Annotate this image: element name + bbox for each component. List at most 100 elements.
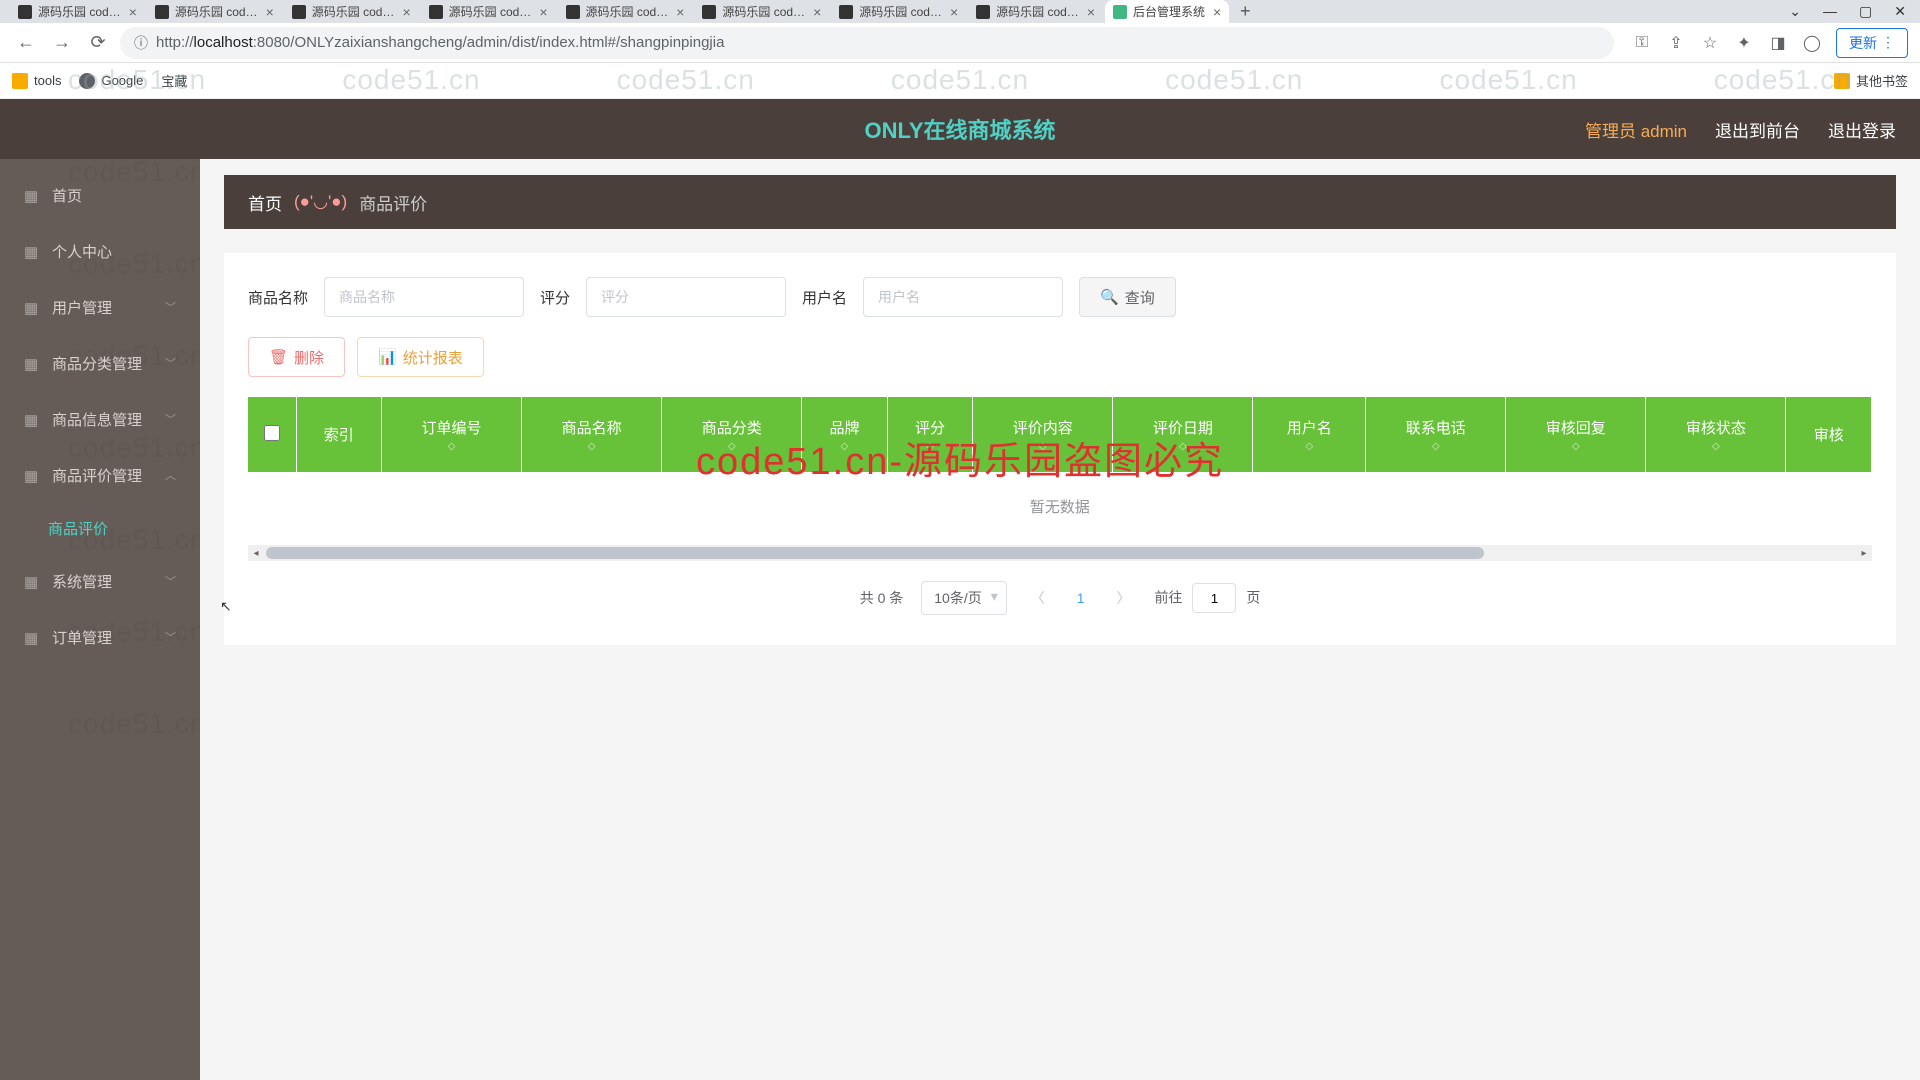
bookmark-label: Google [101,73,143,88]
site-info-icon[interactable]: ⓘ [134,33,148,53]
tab-close-icon[interactable]: × [1087,4,1095,20]
logout-link[interactable]: 退出登录 [1828,117,1896,142]
sort-icon[interactable]: ◇ [670,442,793,452]
tab-close-icon[interactable]: × [1213,4,1221,20]
minimize-icon[interactable]: — [1823,3,1837,20]
reload-button[interactable]: ⟳ [84,29,112,57]
sort-icon[interactable]: ◇ [390,442,513,452]
delete-button[interactable]: 🗑删除 [248,337,345,377]
grid-icon: ▦ [24,411,40,427]
back-button[interactable]: ← [12,29,40,57]
browser-tab[interactable]: 源码乐园 cod…× [968,0,1103,23]
next-page-button[interactable]: 〉 [1111,588,1137,608]
sort-icon[interactable]: ◇ [530,442,653,452]
scroll-right-icon[interactable]: ▸ [1856,545,1872,561]
sort-icon[interactable]: ◇ [1374,442,1497,452]
tab-close-icon[interactable]: × [539,4,547,20]
breadcrumb-home[interactable]: 首页 [248,190,282,215]
jump-prefix: 前往 [1155,590,1183,606]
col-index[interactable]: 索引 [296,397,382,472]
chart-icon: 📊 [378,348,397,366]
tab-close-icon[interactable]: × [813,4,821,20]
grid-icon: ▦ [24,467,40,483]
filter-product-input[interactable] [324,277,524,317]
new-tab-button[interactable]: + [1231,1,1259,22]
tab-close-icon[interactable]: × [266,4,274,20]
browser-tab[interactable]: 源码乐园 cod…× [147,0,282,23]
key-icon[interactable]: ⚿ [1632,33,1652,53]
close-window-icon[interactable]: ✕ [1894,3,1906,20]
sort-icon[interactable]: ◇ [1514,442,1637,452]
delete-label: 删除 [294,347,324,368]
sort-icon[interactable]: ◇ [1654,442,1777,452]
sidebar-item-home[interactable]: ▦首页 [0,167,200,223]
scrollbar-thumb[interactable] [266,547,1484,559]
browser-tab[interactable]: 源码乐园 cod…× [284,0,419,23]
sidepanel-icon[interactable]: ◨ [1768,33,1788,53]
prev-page-button[interactable]: 〈 [1025,588,1051,608]
current-user[interactable]: 管理员 admin [1585,117,1687,142]
sidebar-item-review-mgmt[interactable]: ▦商品评价管理︿ [0,447,200,503]
filter-rating-input[interactable] [586,277,786,317]
sidebar-item-users[interactable]: ▦用户管理﹀ [0,279,200,335]
sort-icon[interactable]: ◇ [810,442,879,452]
sidebar-item-profile[interactable]: ▦个人中心 [0,223,200,279]
browser-tab[interactable]: 源码乐园 cod…× [558,0,693,23]
home-icon: ▦ [24,187,40,203]
col-reply[interactable]: 审核回复◇ [1506,397,1646,472]
horizontal-scrollbar[interactable]: ◂ ▸ [248,545,1872,561]
chevron-down-icon[interactable]: ⌄ [1789,3,1801,20]
col-audit[interactable]: 审核 [1786,397,1872,472]
col-username[interactable]: 用户名◇ [1253,397,1366,472]
sidebar-item-category[interactable]: ▦商品分类管理﹀ [0,335,200,391]
bookmark-google[interactable]: Google [79,73,143,89]
tab-close-icon[interactable]: × [676,4,684,20]
tab-close-icon[interactable]: × [129,4,137,20]
search-button[interactable]: 🔍查询 [1079,277,1176,317]
col-product-name[interactable]: 商品名称◇ [522,397,662,472]
address-bar[interactable]: ⓘ http://localhost:8080/ONLYzaixianshang… [120,27,1614,59]
filter-user-input[interactable] [863,277,1063,317]
forward-button[interactable]: → [48,29,76,57]
other-bookmarks[interactable]: 其他书签 [1834,71,1908,90]
action-row: 🗑删除 📊统计报表 [248,337,1872,377]
browser-tab[interactable]: 源码乐园 cod…× [831,0,966,23]
bookmark-baozang[interactable]: 宝藏 [161,71,187,90]
select-all-checkbox[interactable] [264,425,280,441]
tab-close-icon[interactable]: × [950,4,958,20]
col-brand[interactable]: 品牌◇ [802,397,888,472]
col-category[interactable]: 商品分类◇ [662,397,802,472]
browser-tab[interactable]: 源码乐园 cod…× [694,0,829,23]
sidebar-item-orders[interactable]: ▦订单管理﹀ [0,609,200,665]
current-page[interactable]: 1 [1069,590,1093,606]
star-icon[interactable]: ☆ [1700,33,1720,53]
sidebar-item-product-info[interactable]: ▦商品信息管理﹀ [0,391,200,447]
browser-tab[interactable]: 源码乐园 cod…× [421,0,556,23]
browser-tab[interactable]: 源码乐园 cod…× [10,0,145,23]
sidebar-item-system[interactable]: ▦系统管理﹀ [0,553,200,609]
report-button[interactable]: 📊统计报表 [357,337,484,377]
col-rating[interactable]: 评分◇ [887,397,973,472]
bookmark-tools[interactable]: tools [12,73,61,89]
page-jump-input[interactable] [1192,583,1236,613]
sort-icon[interactable]: ◇ [896,442,965,452]
col-status[interactable]: 审核状态◇ [1646,397,1786,472]
sort-icon[interactable]: ◇ [1121,442,1244,452]
browser-tab-active[interactable]: 后台管理系统× [1105,0,1229,23]
sort-icon[interactable]: ◇ [1261,442,1357,452]
col-order-no[interactable]: 订单编号◇ [382,397,522,472]
col-phone[interactable]: 联系电话◇ [1366,397,1506,472]
profile-icon[interactable]: ◯ [1802,33,1822,53]
sidebar-sub-reviews[interactable]: 商品评价 [0,503,200,553]
link-to-front[interactable]: 退出到前台 [1715,117,1800,142]
page-size-select[interactable]: 10条/页 [921,581,1006,615]
col-content[interactable]: 评价内容◇ [973,397,1113,472]
maximize-icon[interactable]: ▢ [1859,3,1872,20]
update-button[interactable]: 更新⋮ [1836,28,1908,58]
col-date[interactable]: 评价日期◇ [1113,397,1253,472]
sort-icon[interactable]: ◇ [981,442,1104,452]
scroll-left-icon[interactable]: ◂ [248,545,264,561]
share-icon[interactable]: ⇪ [1666,33,1686,53]
tab-close-icon[interactable]: × [402,4,410,20]
extensions-icon[interactable]: ✦ [1734,33,1754,53]
